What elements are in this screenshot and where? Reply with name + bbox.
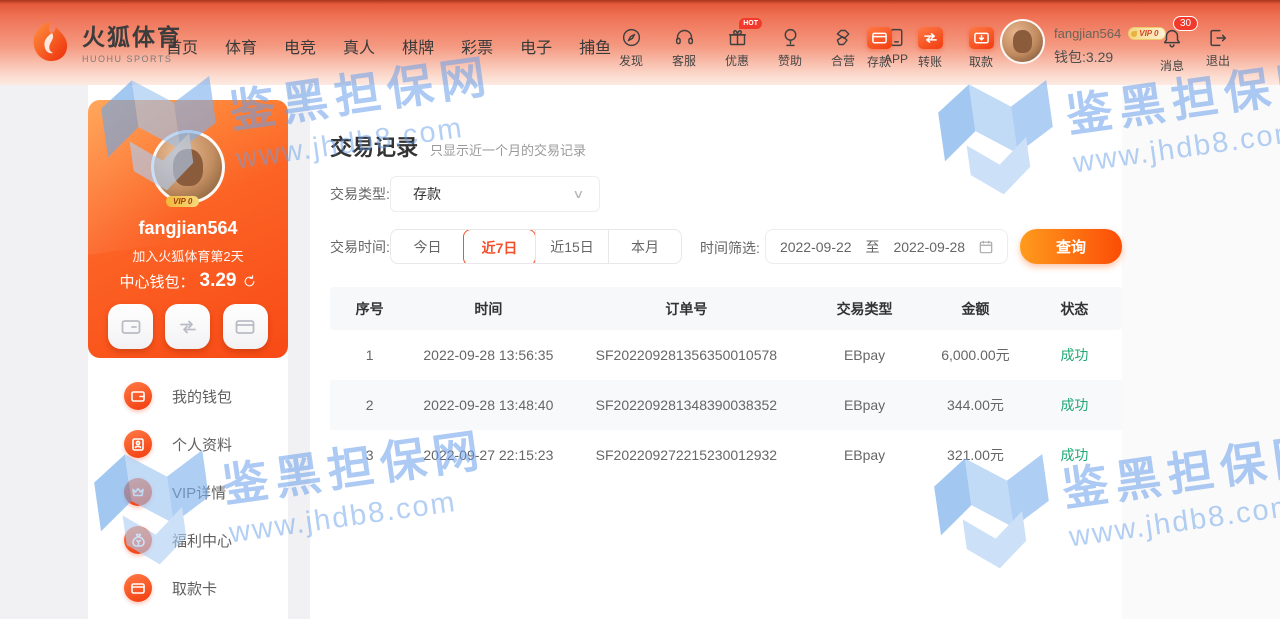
- top-navbar: 火狐体育 HUOHU SPORTS 首页 体育 电竞 真人 棋牌 彩票 电子 捕…: [0, 0, 1280, 85]
- refresh-icon[interactable]: [242, 274, 257, 289]
- sidebar-menu: 我的钱包 个人资料 VIP详情 福利中心 取款卡: [88, 372, 288, 612]
- nav-link-esports[interactable]: 电竞: [284, 34, 316, 58]
- sidebar-deposit-button[interactable]: 存款: [108, 304, 153, 358]
- sidebar-withdraw-button[interactable]: 取款: [223, 304, 268, 358]
- withdraw-button[interactable]: 取款: [962, 27, 1000, 70]
- withdraw-icon: [223, 304, 268, 349]
- center-wallet-value: 3.29: [200, 270, 237, 292]
- sidebar: VIP 0 fangjian564 加入火狐体育第2天 中心钱包： 3.29 存…: [88, 85, 288, 619]
- type-filter-label: 交易类型:: [330, 184, 390, 204]
- page-title: 交易记录: [330, 130, 418, 162]
- username: fangjian564: [1054, 26, 1121, 41]
- nav-link-live[interactable]: 真人: [343, 34, 375, 58]
- profile-joined-text: 加入火狐体育第2天: [88, 246, 288, 265]
- gift-icon: [727, 27, 748, 48]
- sponsor-button[interactable]: 赞助: [771, 27, 809, 69]
- page-subtitle: 只显示近一个月的交易记录: [430, 140, 586, 159]
- profile-card: VIP 0 fangjian564 加入火狐体育第2天 中心钱包： 3.29 存…: [88, 100, 288, 358]
- time-filter-label: 交易时间:: [330, 237, 390, 257]
- status-badge: 成功: [1027, 345, 1122, 365]
- sidebar-item-benefits[interactable]: 福利中心: [88, 516, 288, 564]
- sponsor-icon: [780, 27, 801, 48]
- date-filter-label: 时间筛选:: [700, 238, 760, 258]
- time-range-7days[interactable]: 近7日: [463, 229, 536, 264]
- status-badge: 成功: [1027, 445, 1122, 465]
- nav-link-lottery[interactable]: 彩票: [461, 34, 493, 58]
- wallet-balance: 钱包:3.29: [1054, 47, 1166, 67]
- sidebar-item-vip[interactable]: VIP详情: [88, 468, 288, 516]
- main-nav: 首页 体育 电竞 真人 棋牌 彩票 电子 捕鱼: [166, 34, 611, 58]
- money-operations: 存款 转账 取款: [860, 27, 1000, 70]
- promo-button[interactable]: HOT 优惠: [718, 27, 756, 69]
- bonus-icon: [124, 526, 152, 554]
- table-header: 序号 时间 订单号 交易类型 金额 状态: [330, 287, 1122, 330]
- table-row: 1 2022-09-28 13:56:35 SF2022092813563500…: [330, 330, 1122, 380]
- profile-vip-badge: VIP 0: [166, 196, 199, 207]
- time-range-group: 今日 近7日 近15日 本月: [390, 229, 682, 264]
- table-row: 2 2022-09-28 13:48:40 SF2022092813483900…: [330, 380, 1122, 430]
- profile-icon: [124, 430, 152, 458]
- sidebar-item-profile[interactable]: 个人资料: [88, 420, 288, 468]
- partner-icon: [833, 27, 854, 48]
- flame-logo-icon: [28, 19, 72, 63]
- time-range-15days[interactable]: 近15日: [535, 230, 608, 263]
- transactions-table: 序号 时间 订单号 交易类型 金额 状态 1 2022-09-28 13:56:…: [330, 287, 1122, 480]
- headset-icon: [674, 27, 695, 48]
- profile-avatar[interactable]: [151, 130, 225, 204]
- transfer-button[interactable]: 转账: [911, 27, 949, 70]
- nav-link-sports[interactable]: 体育: [225, 34, 257, 58]
- time-range-today[interactable]: 今日: [391, 230, 464, 263]
- time-range-month[interactable]: 本月: [608, 230, 681, 263]
- transaction-type-select[interactable]: 存款 ∨: [390, 176, 600, 212]
- deposit-card-icon: [867, 27, 892, 49]
- nav-link-slots[interactable]: 电子: [520, 34, 552, 58]
- withdraw-icon: [969, 27, 994, 49]
- page: 火狐体育 HUOHU SPORTS 首页 体育 电竞 真人 棋牌 彩票 电子 捕…: [0, 0, 1280, 619]
- logout-icon: [1207, 27, 1229, 49]
- center-wallet: 中心钱包： 3.29: [88, 270, 288, 292]
- transfer-icon: [918, 27, 943, 49]
- profile-username: fangjian564: [88, 218, 288, 239]
- deposit-button[interactable]: 存款: [860, 27, 898, 70]
- status-badge: 成功: [1027, 395, 1122, 415]
- date-start: 2022-09-22: [780, 239, 852, 255]
- calendar-icon[interactable]: [979, 240, 993, 254]
- brand-logo[interactable]: 火狐体育 HUOHU SPORTS: [28, 18, 182, 64]
- date-separator: 至: [866, 237, 880, 257]
- selected-type: 存款: [413, 184, 441, 204]
- sidebar-item-my-wallet[interactable]: 我的钱包: [88, 372, 288, 420]
- search-button[interactable]: 查询: [1020, 229, 1122, 264]
- table-row: 3 2022-09-27 22:15:23 SF2022092722152300…: [330, 430, 1122, 480]
- date-range-input[interactable]: 2022-09-22 至 2022-09-28: [765, 229, 1008, 264]
- profile-actions: 存款 转账 取款: [88, 304, 288, 358]
- user-avatar[interactable]: [1000, 19, 1045, 64]
- sidebar-transfer-button[interactable]: 转账: [165, 304, 210, 358]
- bank-card-icon: [124, 574, 152, 602]
- right-gutter: [1122, 85, 1280, 619]
- message-count-badge: 30: [1173, 16, 1198, 31]
- support-button[interactable]: 客服: [665, 27, 703, 69]
- nav-link-home[interactable]: 首页: [166, 34, 198, 58]
- hot-badge: HOT: [739, 18, 762, 29]
- transfer-icon: [165, 304, 210, 349]
- main-content: 交易记录 只显示近一个月的交易记录 交易类型: 存款 ∨ 交易时间: 今日 近7…: [310, 85, 1122, 619]
- chevron-down-icon: ∨: [572, 187, 584, 201]
- date-end: 2022-09-28: [893, 239, 965, 255]
- nav-link-chess[interactable]: 棋牌: [402, 34, 434, 58]
- crown-icon: [124, 478, 152, 506]
- compass-icon: [621, 27, 642, 48]
- wallet-icon: [124, 382, 152, 410]
- sidebar-item-withdraw-card[interactable]: 取款卡: [88, 564, 288, 612]
- user-info: fangjian564 VIP 0 钱包:3.29: [1054, 26, 1166, 67]
- messages-button[interactable]: 30 消息: [1160, 27, 1184, 74]
- deposit-card-icon: [108, 304, 153, 349]
- logout-button[interactable]: 退出: [1206, 27, 1230, 69]
- discover-button[interactable]: 发现: [612, 27, 650, 69]
- partner-button[interactable]: 合营: [824, 27, 862, 69]
- nav-link-fishing[interactable]: 捕鱼: [579, 34, 611, 58]
